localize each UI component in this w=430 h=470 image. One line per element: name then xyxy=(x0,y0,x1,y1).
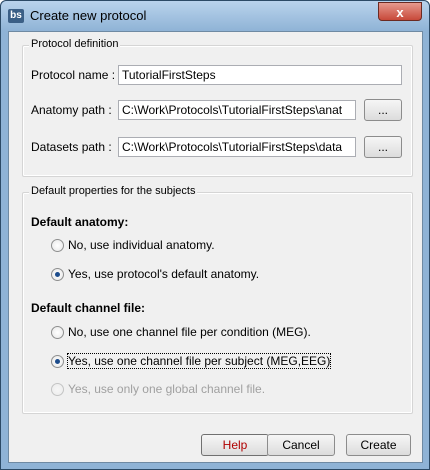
default-properties-legend: Default properties for the subjects xyxy=(29,185,198,197)
protocol-name-input[interactable]: TutorialFirstSteps xyxy=(118,65,402,85)
protocol-definition-group: Protocol definition Protocol name : Tuto… xyxy=(22,38,413,177)
channel-per-subject-radio[interactable] xyxy=(51,355,64,368)
close-button[interactable]: x xyxy=(378,2,422,21)
channel-per-condition-label[interactable]: No, use one channel file per condition (… xyxy=(68,325,311,339)
anatomy-default-label[interactable]: Yes, use protocol's default anatomy. xyxy=(68,267,259,281)
channel-per-condition-radio[interactable] xyxy=(51,326,64,339)
protocol-definition-legend: Protocol definition xyxy=(29,38,121,50)
anatomy-individual-radio[interactable] xyxy=(51,239,64,252)
default-properties-group: Default properties for the subjects Defa… xyxy=(22,185,413,414)
anatomy-default-radio[interactable] xyxy=(51,268,64,281)
datasets-browse-button[interactable]: ... xyxy=(364,136,402,158)
anatomy-path-input[interactable]: C:\Work\Protocols\TutorialFirstSteps\ana… xyxy=(118,100,356,120)
brainstorm-app-icon: bs xyxy=(8,9,24,23)
protocol-name-label: Protocol name : xyxy=(31,68,116,82)
window-title: Create new protocol xyxy=(30,8,147,23)
anatomy-path-label: Anatomy path : xyxy=(31,103,112,117)
title-bar[interactable]: bs Create new protocol x xyxy=(1,1,429,31)
create-button[interactable]: Create xyxy=(346,434,411,456)
dialog-body: Protocol definition Protocol name : Tuto… xyxy=(8,31,423,463)
datasets-path-input[interactable]: C:\Work\Protocols\TutorialFirstSteps\dat… xyxy=(118,137,356,157)
datasets-path-label: Datasets path : xyxy=(31,140,112,154)
channel-global-radio xyxy=(51,383,64,396)
channel-per-subject-label[interactable]: Yes, use one channel file per subject (M… xyxy=(66,353,332,369)
dialog-window: bs Create new protocol x Protocol defini… xyxy=(0,0,430,470)
cancel-button[interactable]: Cancel xyxy=(267,434,335,456)
default-anatomy-heading: Default anatomy: xyxy=(31,215,129,229)
channel-global-label: Yes, use only one global channel file. xyxy=(68,382,266,396)
help-button[interactable]: Help xyxy=(201,434,269,456)
anatomy-individual-label[interactable]: No, use individual anatomy. xyxy=(68,238,215,252)
anatomy-browse-button[interactable]: ... xyxy=(364,99,402,121)
default-channel-heading: Default channel file: xyxy=(31,301,146,315)
